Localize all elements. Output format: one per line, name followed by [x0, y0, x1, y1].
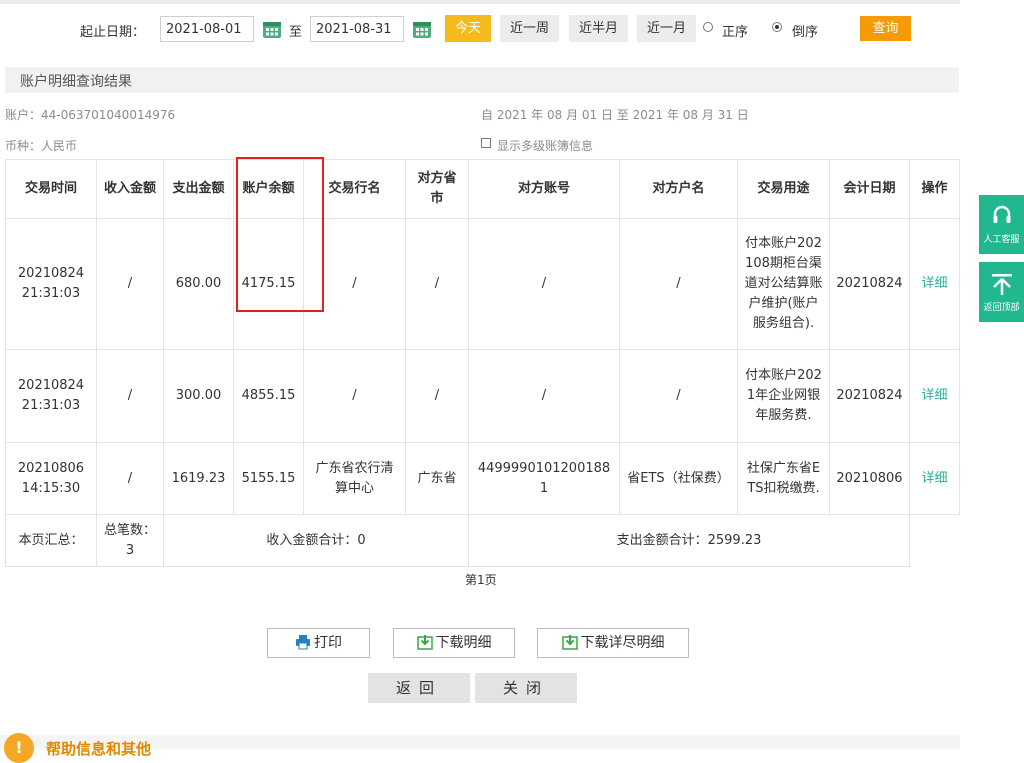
cell-account: /: [468, 349, 620, 443]
print-label: 打印: [314, 635, 342, 651]
download-label: 下载明细: [435, 635, 492, 651]
cell-name: /: [619, 218, 738, 350]
ascending-radio[interactable]: [703, 22, 713, 32]
printer-icon: [296, 635, 310, 650]
query-button[interactable]: 查询: [860, 16, 911, 41]
date-range-label: 起止日期：: [80, 25, 146, 40]
download-full-label: 下载详尽明细: [580, 635, 665, 651]
cell-bank: /: [303, 218, 406, 350]
cell-expense: 680.00: [163, 218, 234, 350]
summary-income-total: 收入金额合计：0: [163, 514, 469, 567]
date-period: 自 2021 年 08 月 01 日 至 2021 年 08 月 31 日: [481, 108, 749, 122]
section-title: 账户明细查询结果: [20, 74, 132, 90]
cell-date: 20210806: [829, 442, 910, 515]
cell-name: /: [619, 349, 738, 443]
calendar-icon[interactable]: [412, 19, 432, 39]
currency: 币种：人民币: [5, 139, 78, 153]
col-header: 支出金额: [163, 159, 234, 219]
ascending-label: 正序: [722, 25, 749, 40]
cell-expense: 1619.23: [163, 442, 234, 515]
cell-province: /: [405, 349, 469, 443]
col-header: 收入金额: [96, 159, 164, 219]
col-header: 交易时间: [5, 159, 97, 219]
col-header: 交易行名: [303, 159, 406, 219]
table-header-row: 交易时间 收入金额 支出金额 账户余额 交易行名 对方省市 对方账号 对方户名 …: [5, 159, 960, 219]
top-divider: [0, 0, 960, 4]
end-date-input[interactable]: [310, 16, 404, 42]
today-button[interactable]: 今天: [445, 15, 491, 42]
download-full-button[interactable]: 下载详尽明细: [537, 628, 689, 658]
back-to-top-label: 返回顶部: [983, 303, 1020, 313]
multi-level-checkbox[interactable]: [481, 138, 491, 148]
calendar-icon[interactable]: [262, 19, 282, 39]
cell-balance: 4175.15: [233, 218, 304, 350]
col-header: 对方账号: [468, 159, 620, 219]
info-icon: !: [4, 733, 34, 763]
multi-level-label: 显示多级账簿信息: [497, 139, 594, 153]
cell-balance: 4855.15: [233, 349, 304, 443]
result-section-header: 账户明细查询结果: [5, 67, 959, 93]
cell-balance: 5155.15: [233, 442, 304, 515]
last-week-button[interactable]: 近一周: [500, 15, 559, 42]
cell-purpose: 付本账户2021年企业网银年服务费.: [737, 349, 830, 443]
cell-date: 20210824: [829, 349, 910, 443]
back-button[interactable]: 返回: [368, 673, 470, 703]
summary-count: 总笔数：3: [96, 514, 164, 567]
cell-bank: /: [303, 349, 406, 443]
download-icon: [416, 635, 433, 650]
cell-income: /: [96, 218, 164, 350]
download-icon: [561, 635, 578, 650]
customer-service-button[interactable]: 人工客服: [979, 195, 1024, 254]
summary-empty-cell: [910, 515, 960, 567]
account-number: 账户：44-063701040014976: [5, 108, 176, 122]
cell-purpose: 社保广东省ETS扣税缴费.: [737, 442, 830, 515]
cell-date: 20210824: [829, 218, 910, 350]
start-date-input[interactable]: [160, 16, 254, 42]
summary-expense-total: 支出金额合计：2599.23: [468, 514, 910, 567]
col-header: 账户余额: [233, 159, 304, 219]
cell-time: 20210824 21:31:03: [5, 349, 97, 443]
detail-link[interactable]: 详细: [909, 349, 960, 443]
cell-province: 广东省: [405, 442, 469, 515]
table-row: 20210824 21:31:03 / 300.00 4855.15 / / /…: [5, 349, 960, 443]
arrow-up-icon: [991, 274, 1012, 295]
cell-bank: 广东省农行清算中心: [303, 442, 406, 515]
last-half-month-button[interactable]: 近半月: [569, 15, 628, 42]
descending-radio[interactable]: [772, 22, 782, 32]
back-to-top-button[interactable]: 返回顶部: [979, 262, 1024, 322]
cell-expense: 300.00: [163, 349, 234, 443]
col-header: 会计日期: [829, 159, 910, 219]
download-button[interactable]: 下载明细: [393, 628, 515, 658]
transaction-table: 交易时间 收入金额 支出金额 账户余额 交易行名 对方省市 对方账号 对方户名 …: [5, 159, 960, 567]
print-button[interactable]: 打印: [267, 628, 370, 658]
table-row: 20210806 14:15:30 / 1619.23 5155.15 广东省农…: [5, 442, 960, 515]
summary-label: 本页汇总：: [5, 514, 97, 567]
customer-service-label: 人工客服: [983, 235, 1020, 245]
headset-icon: [993, 205, 1010, 223]
page-number: 第1页: [465, 573, 497, 587]
cell-province: /: [405, 218, 469, 350]
close-button[interactable]: 关闭: [475, 673, 577, 703]
cell-income: /: [96, 442, 164, 515]
descending-label: 倒序: [792, 25, 819, 40]
detail-link[interactable]: 详细: [909, 442, 960, 515]
to-label: 至: [289, 25, 303, 40]
table-row: 20210824 21:31:03 / 680.00 4175.15 / / /…: [5, 218, 960, 350]
cell-name: 省ETS（社保费）: [619, 442, 738, 515]
summary-row: 本页汇总： 总笔数：3 收入金额合计：0 支出金额合计：2599.23: [5, 514, 960, 567]
col-header: 对方省市: [405, 159, 469, 219]
col-header: 对方户名: [619, 159, 738, 219]
col-header: 交易用途: [737, 159, 830, 219]
date-filter-bar: 起止日期： 至 今天 近一周 近半月 近一月 正序 倒序 查询: [0, 14, 960, 44]
cell-account: 44999901012001881: [468, 442, 620, 515]
last-month-button[interactable]: 近一月: [637, 15, 696, 42]
detail-link[interactable]: 详细: [909, 218, 960, 350]
col-header: 操作: [909, 159, 960, 219]
cell-income: /: [96, 349, 164, 443]
cell-time: 20210806 14:15:30: [5, 442, 97, 515]
cell-time: 20210824 21:31:03: [5, 218, 97, 350]
cell-purpose: 付本账户202108期柜台渠道对公结算账户维护(账户服务组合).: [737, 218, 830, 350]
cell-account: /: [468, 218, 620, 350]
